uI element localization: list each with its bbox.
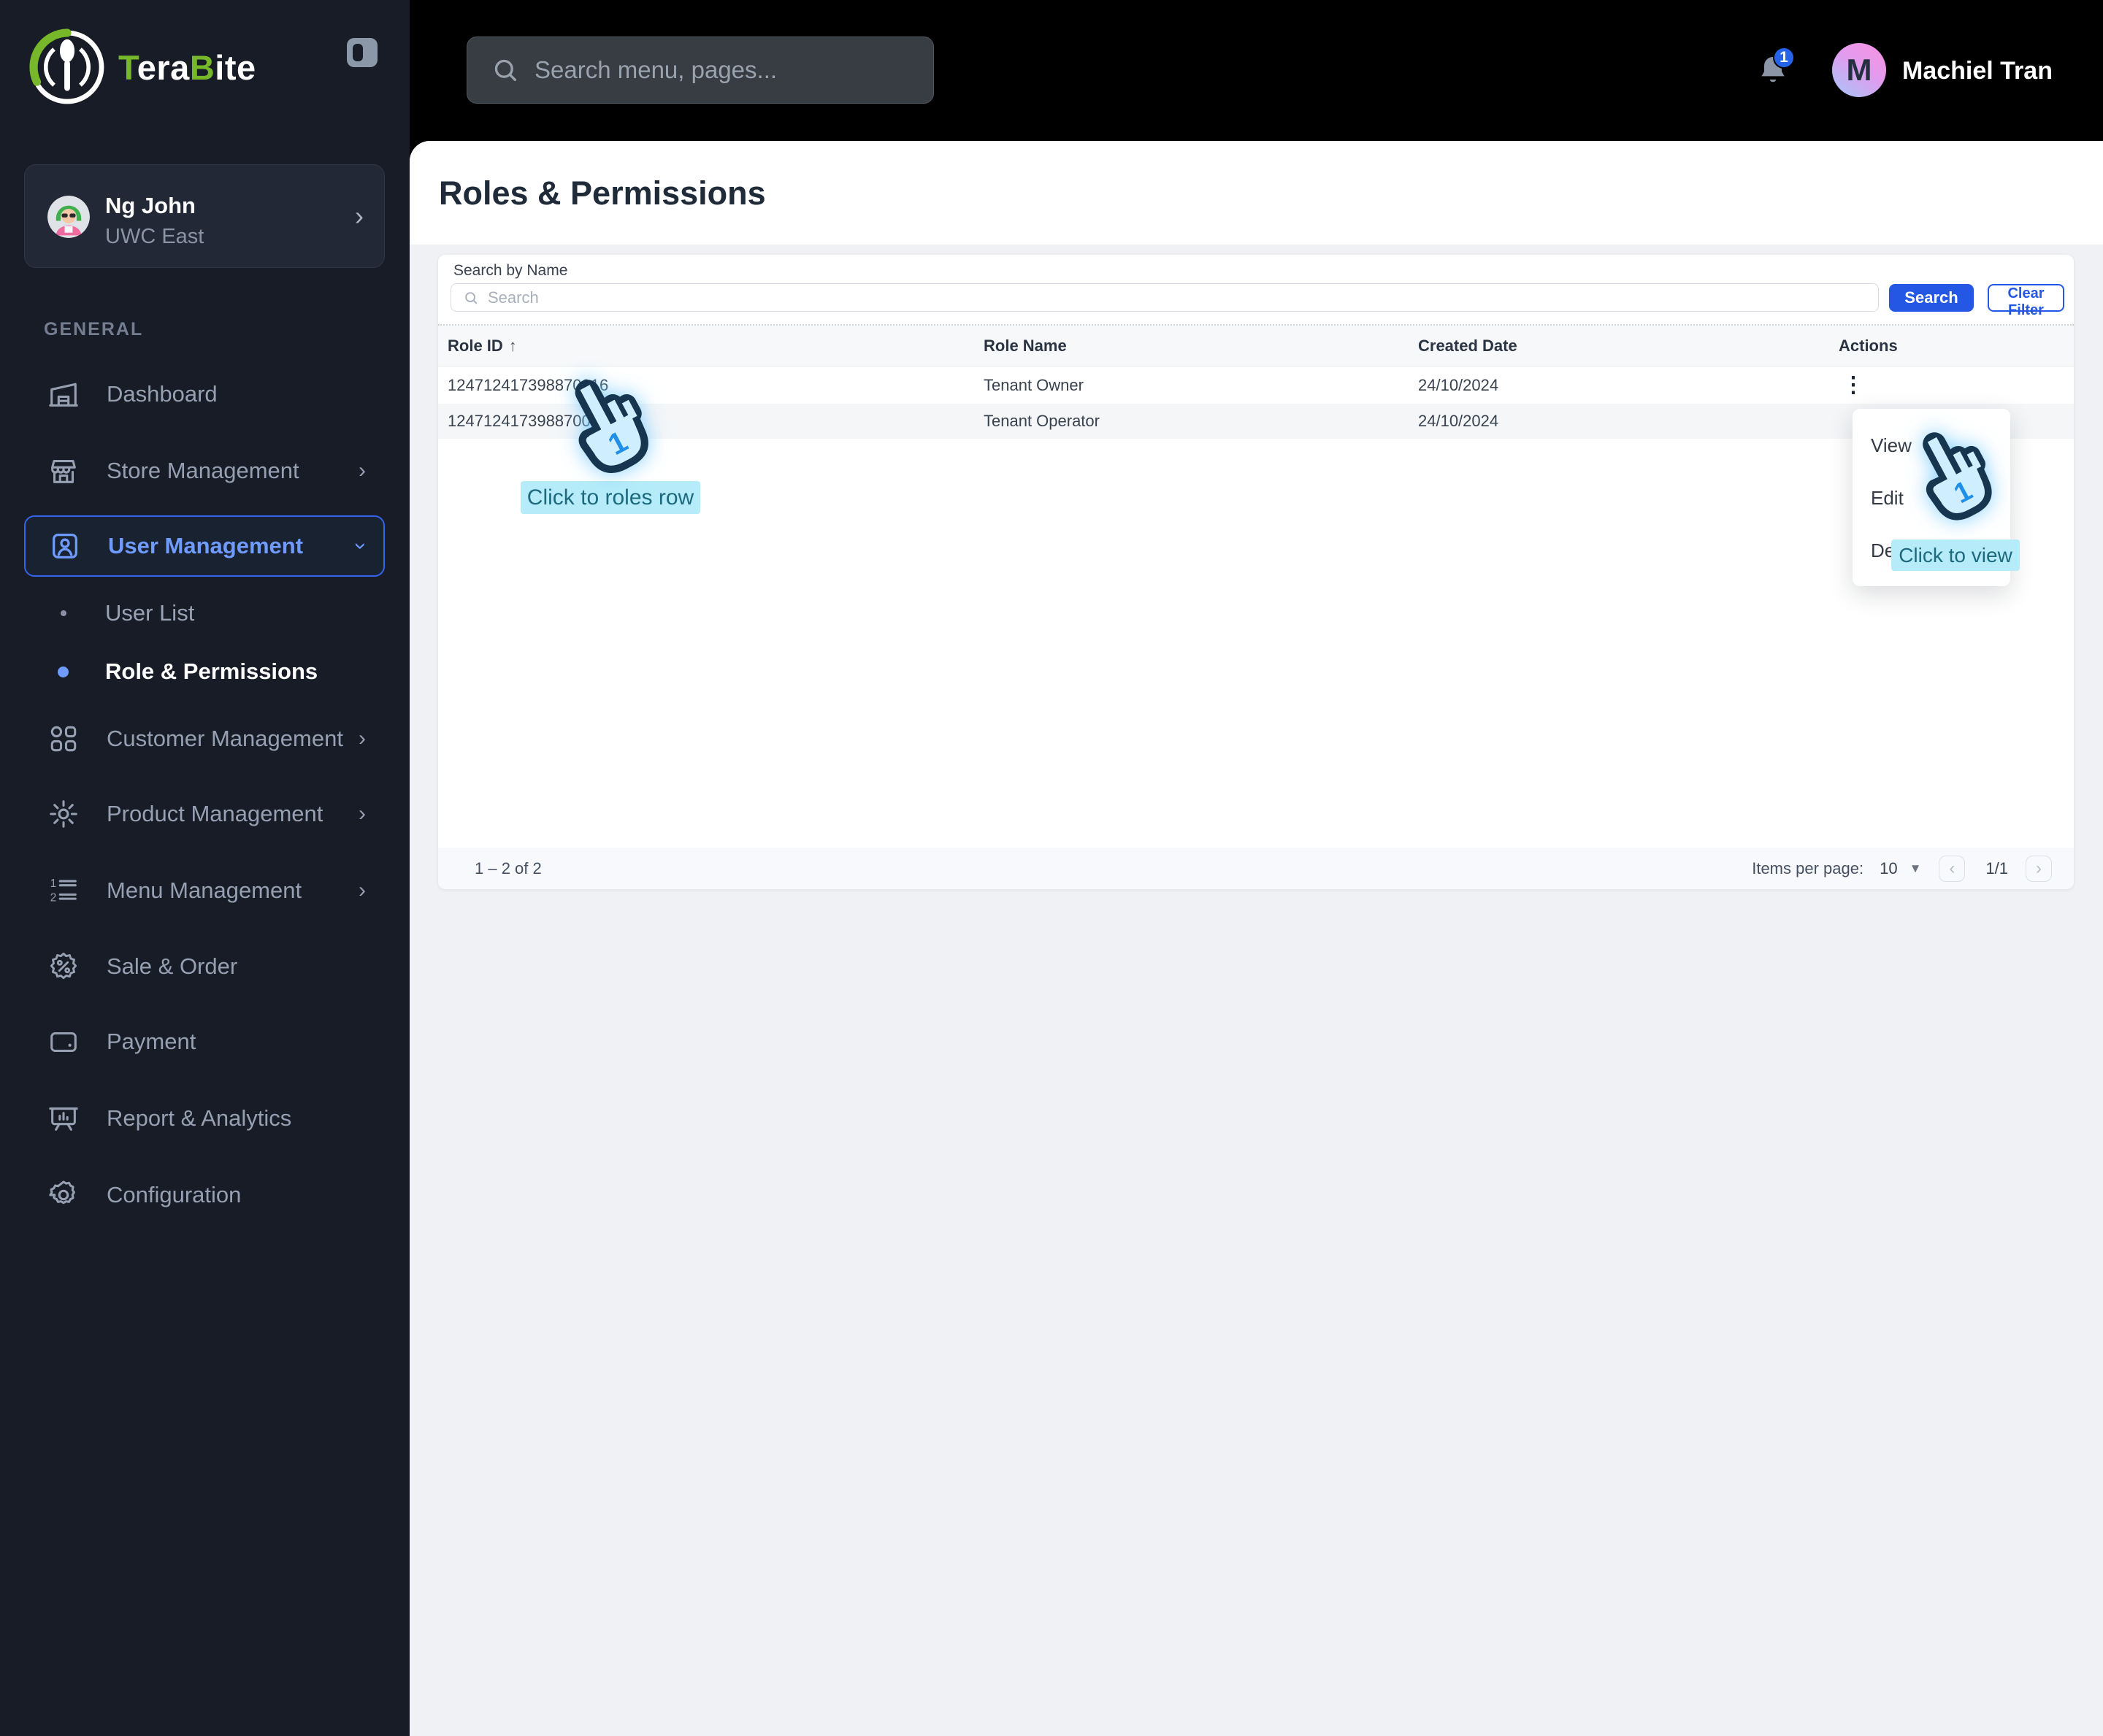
cell-role-name: Tenant Owner (984, 375, 1084, 394)
dashboard-icon (47, 377, 80, 411)
table-footer: 1 – 2 of 2 Items per page: 10 ▼ ‹ 1/1 › (438, 848, 2074, 889)
cell-created-date: 24/10/2024 (1418, 375, 1499, 394)
wallet-icon (47, 1025, 80, 1059)
user-name[interactable]: Machiel Tran (1902, 57, 2053, 85)
column-role-name: Role Name (984, 336, 1067, 355)
page-title: Roles & Permissions (439, 174, 766, 212)
search-by-name-label: Search by Name (453, 262, 568, 279)
table-header: Role ID ↑ Role Name Created Date Actions (438, 326, 2074, 366)
kebab-menu-icon[interactable]: ⋮ (1839, 374, 1868, 396)
cell-role-id: 124712417398870017 (448, 412, 609, 430)
next-page-button[interactable]: › (2026, 855, 2052, 882)
sidebar-item-product-management[interactable]: Product Management › (24, 783, 385, 845)
bullet-icon (61, 610, 66, 616)
store-profile-card[interactable]: Ng John UWC East › (24, 164, 385, 268)
sidebar-item-user-list[interactable]: User List (24, 588, 385, 639)
items-per-page-label: Items per page: (1752, 859, 1864, 877)
search-button[interactable]: Search (1889, 284, 1974, 312)
sidebar-item-payment[interactable]: Payment (24, 1011, 385, 1072)
product-icon (47, 797, 80, 831)
sidebar-item-configuration[interactable]: Configuration (24, 1164, 385, 1226)
chevron-right-icon: › (359, 802, 366, 826)
chevron-right-icon: › (359, 878, 366, 902)
sidebar-item-report-analytics[interactable]: Report & Analytics (24, 1088, 385, 1149)
cell-created-date: 24/10/2024 (1418, 412, 1499, 430)
chevron-right-icon: › (2036, 858, 2042, 878)
roles-card: Search by Name Search Clear Filter Role … (438, 255, 2074, 889)
cell-role-name: Tenant Operator (984, 412, 1100, 430)
pagination-range: 1 – 2 of 2 (475, 859, 542, 877)
name-filter-input[interactable] (488, 288, 1802, 307)
column-created-date: Created Date (1418, 336, 1517, 355)
sidebar-item-menu-management[interactable]: Menu Management › (24, 860, 385, 921)
cursor-hand-icon (1899, 422, 2008, 539)
sidebar-item-customer-management[interactable]: Customer Management › (24, 708, 385, 769)
terabite-logo-icon (26, 26, 108, 108)
annotation-view-hint: Click to view (1891, 539, 2020, 571)
previous-page-button[interactable]: ‹ (1939, 855, 1966, 882)
store-avatar (47, 196, 90, 238)
column-role-id[interactable]: Role ID ↑ (448, 337, 984, 356)
page-indicator: 1/1 (1985, 859, 2008, 877)
sidebar-item-user-management[interactable]: User Management › (24, 515, 385, 577)
notification-badge: 1 (1773, 47, 1795, 69)
sidebar: TeraBite Ng John UWC East › GENERAL Dash… (0, 0, 410, 1736)
sidebar-collapse-button[interactable] (347, 38, 378, 67)
cursor-hand-icon (549, 369, 666, 493)
sidebar-item-store-management[interactable]: Store Management › (24, 440, 385, 502)
sidebar-item-dashboard[interactable]: Dashboard (24, 364, 385, 425)
store-user-name: Ng John (105, 193, 196, 218)
chevron-right-icon: › (359, 726, 366, 750)
user-management-icon (48, 529, 82, 563)
cell-role-id: 124712417398870016 (448, 375, 609, 394)
store-icon (47, 454, 80, 488)
customer-icon (47, 722, 80, 756)
sale-badge-icon (47, 950, 80, 983)
global-search-input[interactable] (535, 56, 900, 84)
global-search (467, 37, 934, 104)
brand-name: TeraBite (118, 47, 256, 87)
search-icon (491, 55, 520, 85)
menu-list-icon (47, 874, 80, 907)
gear-icon (47, 1178, 80, 1212)
name-filter (451, 283, 1879, 312)
panel-icon (353, 44, 363, 61)
table-row[interactable]: 124712417398870016 Tenant Owner 24/10/20… (438, 366, 2074, 404)
caret-down-icon[interactable]: ▼ (1909, 861, 1922, 876)
user-avatar[interactable]: M (1832, 43, 1886, 97)
app-window: TeraBite Ng John UWC East › GENERAL Dash… (0, 0, 2103, 1736)
page-header: Roles & Permissions (410, 141, 2103, 245)
sidebar-item-sale-order[interactable]: Sale & Order (24, 936, 385, 997)
chevron-right-icon: › (355, 201, 364, 231)
chevron-down-icon: › (349, 542, 373, 550)
clear-filter-button[interactable]: Clear Filter (1988, 284, 2064, 318)
store-org-name: UWC East (105, 225, 204, 248)
sort-asc-icon[interactable]: ↑ (509, 337, 517, 355)
sidebar-section-general: GENERAL (44, 319, 144, 339)
bullet-icon (58, 666, 69, 677)
items-per-page-select[interactable]: 10 (1880, 859, 1897, 878)
report-board-icon (47, 1102, 80, 1135)
column-actions: Actions (1839, 336, 1898, 355)
table-row[interactable]: 124712417398870017 Tenant Operator 24/10… (438, 404, 2074, 439)
chevron-left-icon: ‹ (1949, 858, 1955, 878)
chevron-right-icon: › (359, 458, 366, 483)
search-icon (463, 290, 479, 306)
sidebar-item-role-permissions[interactable]: Role & Permissions (24, 646, 385, 697)
brand-logo: TeraBite (26, 26, 256, 108)
